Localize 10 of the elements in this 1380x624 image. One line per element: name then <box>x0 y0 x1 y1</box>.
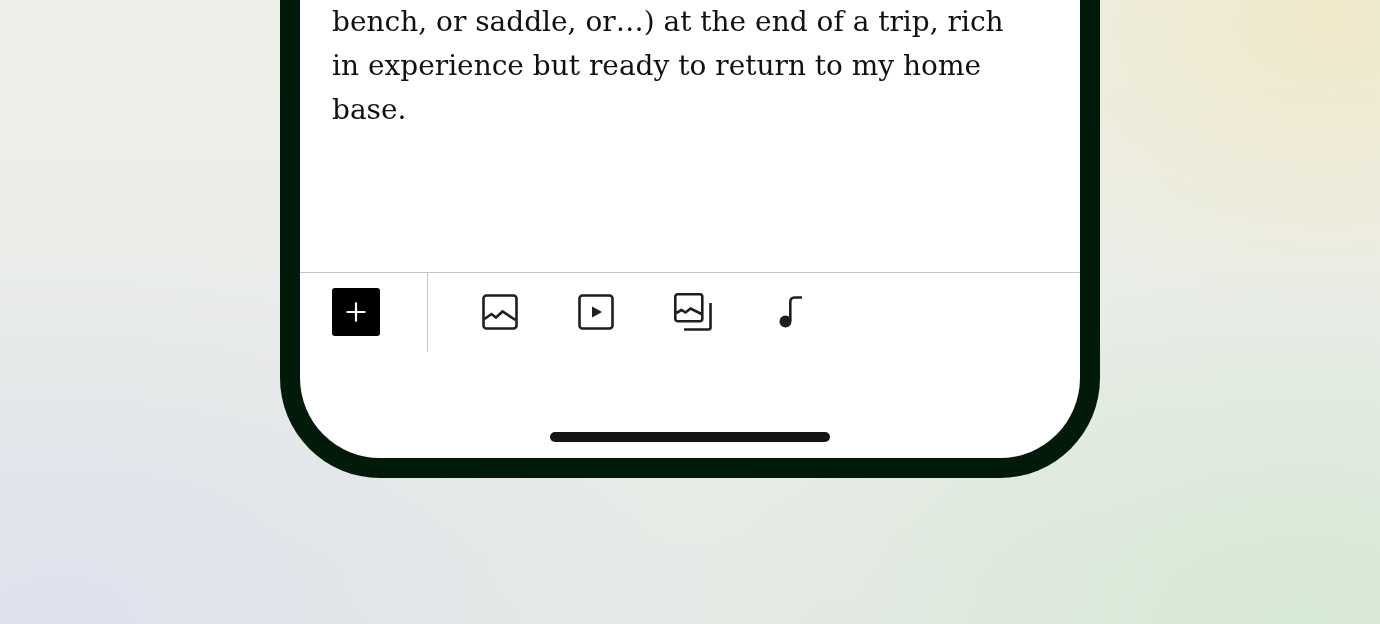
image-button[interactable] <box>482 294 518 330</box>
add-button[interactable] <box>332 288 380 336</box>
gallery-button[interactable] <box>674 293 713 331</box>
image-icon <box>482 294 518 330</box>
music-note-icon <box>779 295 803 329</box>
play-icon <box>578 294 614 330</box>
video-button[interactable] <box>578 294 614 330</box>
stacked-images-icon <box>674 293 713 331</box>
paragraph-text: bench, or saddle, or…) at the end of a trip, rich in experience but ready to return to my home base. <box>332 4 1005 128</box>
plus-icon <box>344 300 368 324</box>
